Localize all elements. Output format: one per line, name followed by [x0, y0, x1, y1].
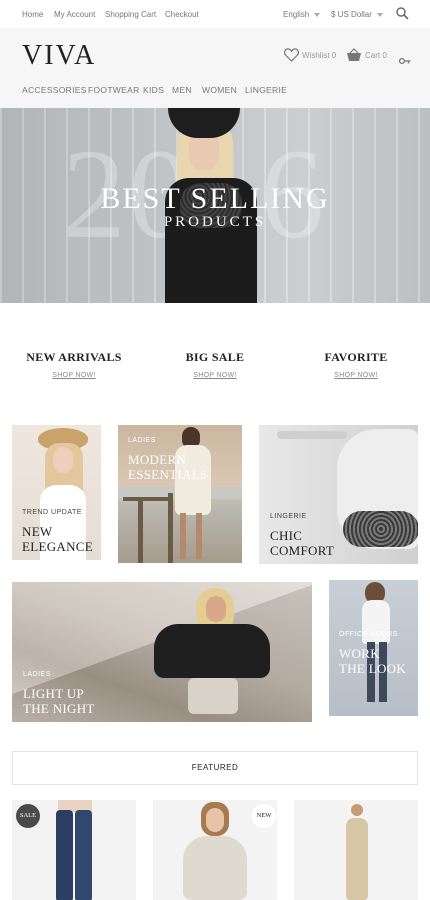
jeans-leg-shape: [56, 810, 73, 900]
model-face-shape: [53, 447, 73, 473]
tile-title-line1: NEW: [22, 524, 53, 539]
banner-modern-essentials[interactable]: LADIES MODERN ESSENTIALS: [118, 425, 242, 563]
tile-title-line1: MODERN: [128, 452, 187, 467]
tile-small-caption: LINGERIE: [270, 513, 307, 520]
model-skirt-shape: [188, 678, 238, 714]
lingerie-lace-shape: [343, 511, 418, 547]
fence-post-shape: [168, 493, 173, 563]
nav-item-footwear[interactable]: FOOTWEAR: [88, 85, 140, 95]
tile-title-line2: THE NIGHT: [23, 701, 95, 716]
chevron-down-icon: [314, 12, 321, 17]
my-account-link[interactable]: My Account: [54, 10, 95, 19]
hero-subtitle: PRODUCTS: [163, 214, 267, 230]
model-jacket-shape: [154, 624, 270, 678]
banner-chic-comfort[interactable]: LINGERIE CHIC COMFORT: [259, 425, 418, 564]
shopping-cart-link[interactable]: Shopping Cart: [105, 10, 156, 19]
sale-badge: SALE: [16, 804, 40, 828]
tile-small-caption: LADIES: [128, 437, 156, 444]
nav-item-men[interactable]: MEN: [172, 85, 192, 95]
tile-title-line1: CHIC: [270, 528, 303, 543]
key-icon[interactable]: [398, 52, 411, 70]
product-card-top[interactable]: NEW: [153, 800, 277, 900]
tile-title-line1: LIGHT UP: [23, 686, 85, 701]
model-dress-shape: [346, 818, 368, 900]
shop-now-link-big-sale[interactable]: SHOP NOW!: [145, 372, 285, 379]
heart-icon[interactable]: [284, 48, 299, 67]
nav-item-accessories[interactable]: ACCESSORIES: [22, 85, 87, 95]
shop-now-link-favorite[interactable]: SHOP NOW!: [286, 372, 426, 379]
new-badge: NEW: [252, 804, 276, 828]
wishlist-link[interactable]: Wishlist 0: [302, 51, 336, 60]
hero-title: BEST SELLING: [100, 182, 330, 215]
banner-light-up-the-night[interactable]: LADIES LIGHT UP THE NIGHT: [12, 582, 312, 722]
tile-small-caption: LADIES: [23, 671, 51, 678]
tile-small-caption: OFFICE HOURS: [339, 631, 398, 638]
currency-select[interactable]: $ US Dollar: [331, 10, 383, 19]
model-leg-shape: [180, 513, 186, 559]
model-top-shape: [183, 836, 247, 900]
nav-item-women[interactable]: WOMEN: [202, 85, 237, 95]
banner-new-elegance[interactable]: TREND UPDATE NEW ELEGANCE: [12, 425, 101, 560]
tile-title-line1: WORK: [339, 646, 380, 661]
model-face-shape: [351, 804, 363, 816]
logo[interactable]: VIVA: [22, 40, 96, 72]
tile-small-caption: TREND UPDATE: [22, 509, 82, 516]
promo-title-favorite: FAVORITE: [324, 350, 388, 364]
featured-heading: FEATURED: [12, 751, 418, 785]
language-select[interactable]: English: [283, 10, 321, 19]
model-face-shape: [206, 808, 224, 832]
tile-title-line2: ELEGANCE: [22, 539, 93, 554]
top-bar: Home My Account Shopping Cart Checkout E…: [0, 0, 430, 28]
currency-label: $ US Dollar: [331, 10, 372, 19]
promo-title-big-sale: BIG SALE: [185, 350, 245, 364]
fence-post-shape: [138, 497, 143, 563]
tile-title-line2: THE LOOK: [339, 661, 407, 676]
product-card-dress[interactable]: [294, 800, 418, 900]
jeans-leg-shape: [75, 810, 92, 900]
fence-rail-shape: [123, 497, 173, 501]
language-label: English: [283, 10, 310, 19]
cart-link[interactable]: Cart 0: [365, 51, 387, 60]
model-arm-shape: [277, 431, 347, 439]
chevron-down-icon: [376, 12, 383, 17]
nav-item-kids[interactable]: KIDS: [143, 85, 164, 95]
header: VIVA Wishlist 0 Cart 0 ACCESSORIES FOOTW…: [0, 28, 430, 108]
banner-work-the-look[interactable]: OFFICE HOURS WORK THE LOOK: [329, 580, 418, 716]
home-link[interactable]: Home: [22, 10, 43, 19]
model-leg-shape: [196, 513, 202, 559]
promo-title-new-arrivals: NEW ARRIVALS: [26, 350, 122, 364]
product-card-jeans[interactable]: SALE: [12, 800, 136, 900]
basket-icon[interactable]: [346, 48, 362, 67]
model-face-shape: [206, 596, 226, 622]
tile-title-line2: ESSENTIALS: [128, 467, 208, 482]
search-icon[interactable]: [396, 7, 409, 22]
shop-now-link-new-arrivals[interactable]: SHOP NOW!: [4, 372, 144, 379]
nav-item-lingerie[interactable]: LINGERIE: [245, 85, 287, 95]
checkout-link[interactable]: Checkout: [165, 10, 199, 19]
tile-title-line2: COMFORT: [270, 543, 335, 558]
